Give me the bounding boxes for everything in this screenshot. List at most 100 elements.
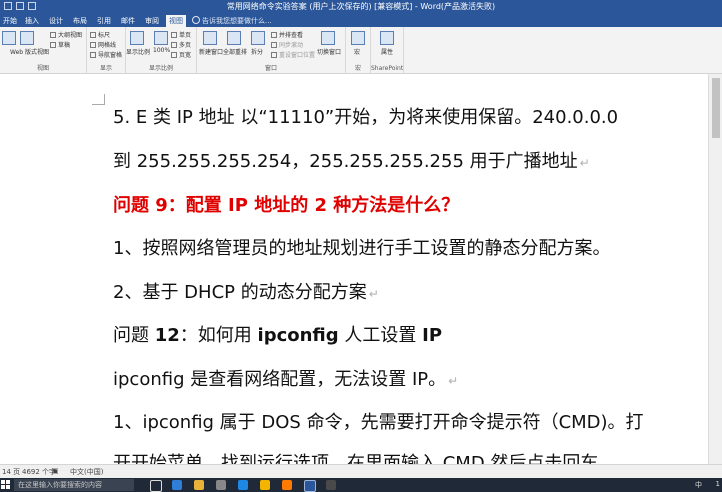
- outline-icon: [50, 32, 56, 38]
- doc-line-5: ipconfig 是查看网络配置，无法设置 IP。 ↵: [113, 369, 459, 390]
- vertical-scrollbar[interactable]: [708, 74, 722, 478]
- tab-references[interactable]: 引用: [94, 15, 114, 27]
- paragraph-mark-icon: ↵: [448, 374, 459, 388]
- multi-page-button[interactable]: 多页: [171, 40, 191, 49]
- tell-me-text: 告诉我您想要做什么...: [202, 17, 272, 25]
- checkbox-icon: [90, 32, 96, 38]
- new-window-button[interactable]: 新建窗口: [199, 47, 223, 56]
- zoom-100-button[interactable]: 100%: [153, 47, 170, 54]
- doc-line-3: 1、按照网络管理员的地址规划进行手工设置的静态分配方案。: [113, 238, 611, 259]
- group-zoom-label: 显示比例: [148, 65, 173, 72]
- arrange-all-icon[interactable]: [227, 31, 241, 45]
- group-sharepoint-label: SharePoint: [371, 65, 404, 72]
- web-layout-button[interactable]: Web 版式视图: [10, 47, 49, 56]
- tell-me-box[interactable]: 告诉我您想要做什么...: [192, 15, 272, 27]
- tab-design[interactable]: 设计: [46, 15, 66, 27]
- checkbox-icon: [90, 52, 96, 58]
- clock[interactable]: 1: [716, 480, 720, 488]
- macro-icon[interactable]: [351, 31, 365, 45]
- group-macros-label: 宏: [354, 65, 361, 72]
- nav-pane-checkbox[interactable]: 导航窗格: [90, 50, 122, 59]
- tab-home[interactable]: 开始: [0, 15, 20, 27]
- web-layout-icon[interactable]: [20, 31, 34, 45]
- print-layout-icon[interactable]: [2, 31, 16, 45]
- window-title: 常用网络命令实验答案 (用户上次保存的) [兼容模式] - Word(产品激活失…: [226, 2, 496, 11]
- word-count[interactable]: 4692 个字: [22, 467, 56, 477]
- zoom-100-icon[interactable]: [154, 31, 168, 45]
- macro-button[interactable]: 宏: [354, 47, 360, 56]
- margin-corner-mark: [92, 94, 105, 105]
- group-sharepoint: 属性 SharePoint: [371, 27, 404, 73]
- app-icon[interactable]: [326, 480, 336, 490]
- status-bar: 14 页 4692 个字 ▣ 中文(中国): [0, 464, 722, 479]
- gridlines-checkbox[interactable]: 网格线: [90, 40, 116, 49]
- document-canvas[interactable]: 5. E 类 IP 地址 以“11110”开始，为将来使用保留。240.0.0.…: [0, 74, 708, 478]
- sync-scroll-icon: [271, 42, 277, 48]
- tab-view[interactable]: 视图: [166, 15, 186, 27]
- tab-review[interactable]: 审阅: [142, 15, 162, 27]
- doc-heading-question-12: 问题 12：如何用 ipconfig 人工设置 IP: [113, 325, 443, 346]
- tab-layout[interactable]: 布局: [70, 15, 90, 27]
- group-show-label: 显示: [99, 65, 112, 72]
- lightbulb-icon: [192, 16, 200, 24]
- taskbar-search-box[interactable]: 在这里输入你要搜索的内容: [14, 479, 134, 491]
- paragraph-mark-icon: ↵: [579, 156, 590, 170]
- edge-icon[interactable]: [172, 480, 182, 490]
- ribbon-tabs: 开始 插入 设计 布局 引用 邮件 审阅 视图 告诉我您想要做什么...: [0, 14, 722, 27]
- switch-windows-icon[interactable]: [321, 31, 335, 45]
- doc-line-1: 5. E 类 IP 地址 以“11110”开始，为将来使用保留。240.0.0.…: [113, 107, 619, 128]
- doc-heading-question-9: 问题 9：配置 IP 地址的 2 种方法是什么？: [113, 195, 460, 216]
- sync-scroll-button[interactable]: 同步滚动: [271, 40, 303, 49]
- file-explorer-icon[interactable]: [194, 480, 204, 490]
- paragraph-mark-icon: ↵: [368, 287, 379, 301]
- side-by-side-button[interactable]: 并排查看: [271, 30, 303, 39]
- ime-indicator[interactable]: 中: [695, 481, 702, 489]
- multi-page-icon: [171, 42, 177, 48]
- page-width-icon: [171, 52, 177, 58]
- draft-icon: [50, 42, 56, 48]
- switch-windows-button[interactable]: 切换窗口: [317, 47, 341, 56]
- zoom-icon[interactable]: [130, 31, 144, 45]
- group-window-label: 窗口: [264, 65, 277, 72]
- doc-line-4: 2、基于 DHCP 的动态分配方案 ↵: [113, 282, 379, 303]
- group-views-label: 视图: [36, 65, 49, 72]
- title-bar: 常用网络命令实验答案 (用户上次保存的) [兼容模式] - Word(产品激活失…: [0, 0, 722, 14]
- one-page-button[interactable]: 单页: [171, 30, 191, 39]
- new-window-icon[interactable]: [203, 31, 217, 45]
- draft-button[interactable]: 草稿: [50, 40, 70, 49]
- windows-start-icon[interactable]: [1, 480, 11, 490]
- arrange-all-button[interactable]: 全部重排: [223, 47, 247, 56]
- tab-mailings[interactable]: 邮件: [118, 15, 138, 27]
- group-views: Web 版式视图 大纲视图 草稿 视图: [0, 27, 87, 73]
- group-macros: 宏 宏: [346, 27, 371, 73]
- ruler-checkbox[interactable]: 标尺: [90, 30, 110, 39]
- properties-button[interactable]: 属性: [381, 47, 393, 56]
- doc-line-6: 1、ipconfig 属于 DOS 命令，先需要打开命令提示符（CMD)。打: [113, 412, 644, 433]
- zoom-button[interactable]: 显示比例: [126, 47, 150, 56]
- task-view-icon[interactable]: [150, 480, 162, 492]
- reset-position-button[interactable]: 重设窗口位置: [271, 50, 315, 59]
- split-button[interactable]: 拆分: [251, 47, 263, 56]
- properties-icon[interactable]: [380, 31, 394, 45]
- firefox-icon[interactable]: [282, 480, 292, 490]
- scrollbar-thumb[interactable]: [712, 78, 720, 138]
- page-width-button[interactable]: 页宽: [171, 50, 191, 59]
- doc-line-2: 到 255.255.255.254，255.255.255.255 用于广播地址…: [113, 151, 590, 172]
- checkbox-icon: [90, 42, 96, 48]
- reset-position-icon: [271, 52, 277, 58]
- group-show: 标尺 网格线 导航窗格 显示: [87, 27, 126, 73]
- outline-button[interactable]: 大纲视图: [50, 30, 82, 39]
- word-icon[interactable]: [304, 480, 316, 492]
- chrome-icon[interactable]: [260, 480, 270, 490]
- group-zoom: 显示比例 100% 单页 多页 页宽 显示比例: [126, 27, 197, 73]
- page-count[interactable]: 14 页: [2, 467, 20, 477]
- split-icon[interactable]: [251, 31, 265, 45]
- side-by-side-icon: [271, 32, 277, 38]
- ie-icon[interactable]: [238, 480, 248, 490]
- store-icon[interactable]: [216, 480, 226, 490]
- tab-insert[interactable]: 插入: [22, 15, 42, 27]
- system-tray[interactable]: 中: [695, 480, 702, 490]
- language-indicator[interactable]: 中文(中国): [70, 467, 103, 477]
- ribbon: Web 版式视图 大纲视图 草稿 视图 标尺 网格线 导航窗格 显示 显示比例 …: [0, 27, 722, 74]
- proofing-icon[interactable]: ▣: [52, 467, 59, 475]
